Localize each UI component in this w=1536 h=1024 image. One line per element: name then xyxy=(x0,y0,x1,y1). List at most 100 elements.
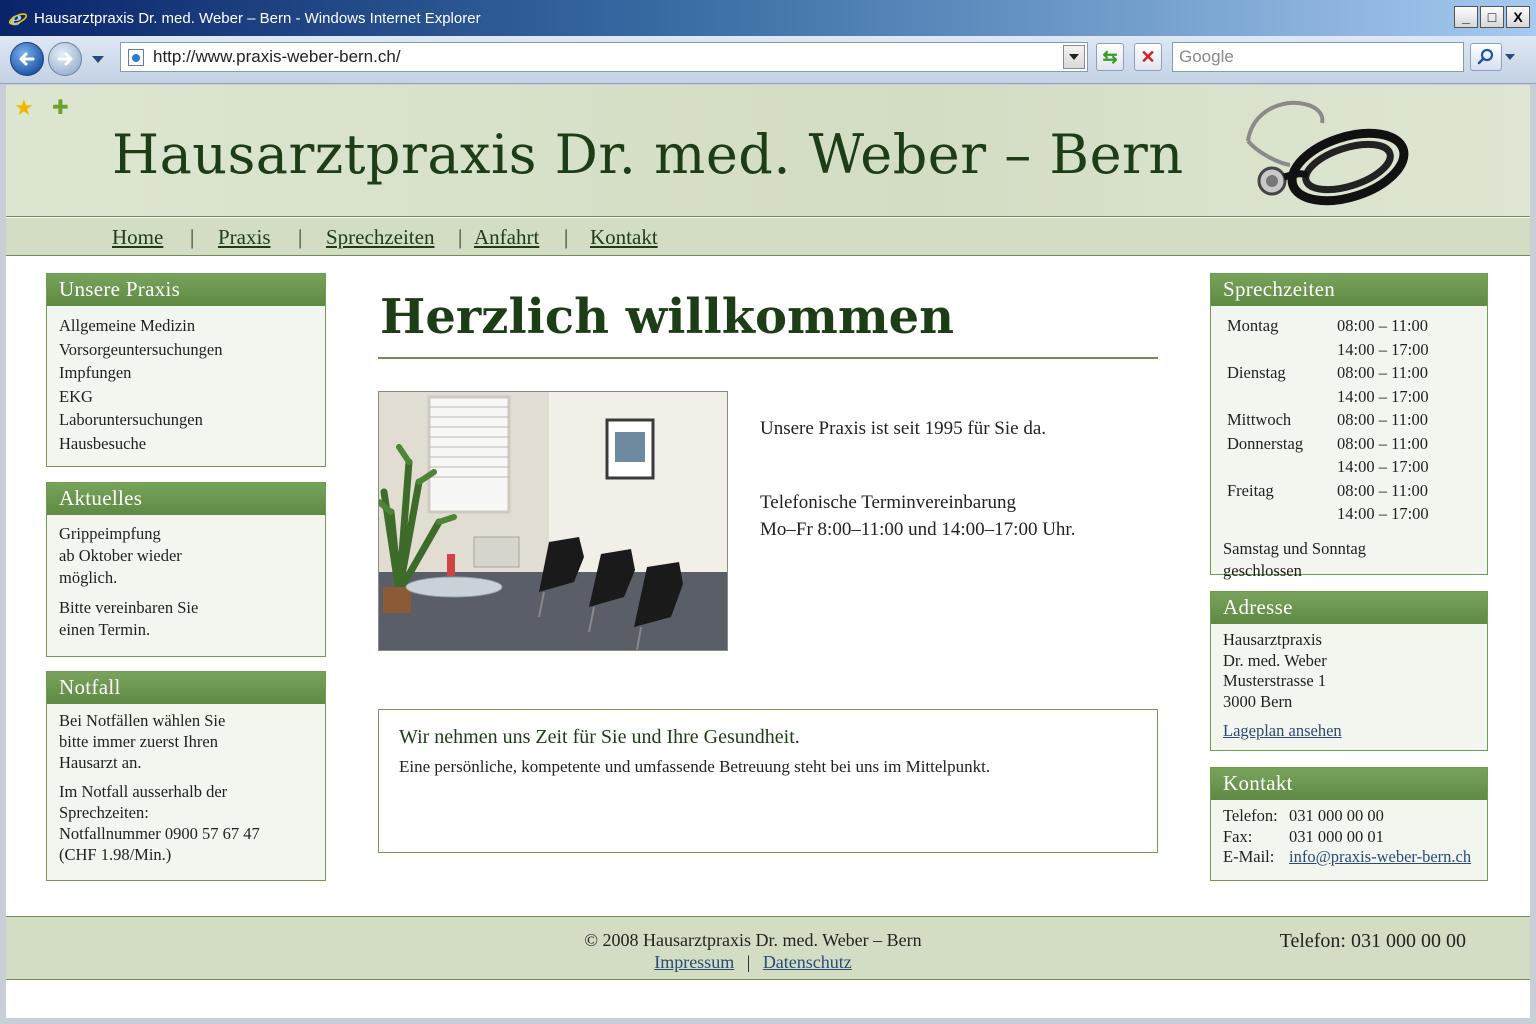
search-options-dropdown-icon[interactable] xyxy=(1505,54,1515,60)
back-arrow-icon xyxy=(19,52,35,66)
box-kontakt: Kontakt Telefon: 031 000 00 00 Fax: 031 00… xyxy=(1210,767,1488,881)
box-aktuelles: Aktuelles Grippeimpfung ab Oktober wiede… xyxy=(46,482,326,657)
forward-arrow-icon xyxy=(57,52,73,66)
box-adresse: Adresse Hausarztpraxis Dr. med. Weber Mu… xyxy=(1210,591,1488,751)
main-navigation: Home | Praxis | Sprechzeiten | Anfahrt |… xyxy=(6,218,1530,256)
table-row: Freitag 08:00 – 11:00 xyxy=(1223,479,1429,503)
hours-time: 14:00 – 17:00 xyxy=(1337,457,1429,476)
list-item: Laboruntersuchungen xyxy=(59,410,203,429)
hours-time: 14:00 – 17:00 xyxy=(1337,386,1429,406)
news-line: Grippeimpfung xyxy=(59,524,161,543)
close-window-button[interactable]: X xyxy=(1506,6,1530,28)
stop-icon: ✕ xyxy=(1140,46,1156,67)
emergency-line: Bei Notfällen wählen Sie xyxy=(59,711,226,730)
datenschutz-link[interactable]: Datenschutz xyxy=(763,952,852,972)
email-link[interactable]: info@praxis-weber-bern.ch xyxy=(1289,847,1471,866)
history-dropdown-icon[interactable] xyxy=(92,56,104,63)
nav-separator: | xyxy=(458,225,463,249)
page-viewport: ★ ✚ Hausarztpraxis Dr. med. Weber – Bern… xyxy=(6,85,1530,1018)
browser-toolbar: http://www.praxis-weber-bern.ch/ ⇆ ✕ Goo… xyxy=(0,36,1536,84)
window-titlebar[interactable]: e Hausarztpraxis Dr. med. Weber – Bern -… xyxy=(0,0,1536,36)
opening-hours-table: Montag 08:00 – 11:00 14:00 – 17:00 Diens… xyxy=(1223,314,1429,526)
emergency-line: bitte immer zuerst Ihren xyxy=(59,732,218,751)
ie-logo-icon: e xyxy=(8,8,28,30)
hours-time: 08:00 – 11:00 xyxy=(1337,433,1429,453)
intro-since: Unsere Praxis ist seit 1995 für Sie da. xyxy=(760,418,1047,439)
emergency-line: Hausarzt an. xyxy=(59,753,142,772)
hours-day xyxy=(1223,338,1337,362)
box-title: Unsere Praxis xyxy=(47,274,325,306)
refresh-button[interactable]: ⇆ xyxy=(1096,43,1124,71)
news-line: ab Oktober wieder xyxy=(59,546,182,565)
callout-box: Wir nehmen uns Zeit für Sie und Ihre Ges… xyxy=(378,709,1158,853)
nav-sprechzeiten[interactable]: Sprechzeiten xyxy=(326,225,434,250)
forward-button[interactable] xyxy=(48,42,82,76)
weekend-note: geschlossen xyxy=(1223,560,1302,580)
list-item: Hausbesuche xyxy=(59,433,147,453)
table-row: 14:00 – 17:00 xyxy=(1223,455,1429,479)
site-title: Hausarztpraxis Dr. med. Weber – Bern xyxy=(112,123,1184,186)
hours-day xyxy=(1223,502,1337,526)
nav-separator: | xyxy=(564,225,569,249)
table-row: Mittwoch 08:00 – 11:00 xyxy=(1223,408,1429,432)
fax-number: 031 000 00 01 xyxy=(1289,826,1384,846)
search-icon xyxy=(1477,48,1494,65)
address-dropdown-icon[interactable] xyxy=(1063,45,1085,69)
search-input[interactable]: Google xyxy=(1172,42,1464,72)
table-row: 14:00 – 17:00 xyxy=(1223,502,1429,526)
nav-praxis[interactable]: Praxis xyxy=(218,225,271,250)
nav-home[interactable]: Home xyxy=(112,225,163,250)
email-label: E-Mail: xyxy=(1223,847,1275,866)
hours-time: 14:00 – 17:00 xyxy=(1337,504,1429,523)
site-header: ★ ✚ Hausarztpraxis Dr. med. Weber – Bern xyxy=(6,85,1530,217)
box-title: Aktuelles xyxy=(47,483,325,515)
table-row: Dienstag 08:00 – 11:00 xyxy=(1223,361,1429,385)
hours-day xyxy=(1223,455,1337,479)
address-line: Musterstrasse 1 xyxy=(1223,671,1327,690)
heading-divider xyxy=(378,357,1158,359)
emergency-line: (CHF 1.98/Min.) xyxy=(59,845,172,864)
favorites-star-icon[interactable]: ★ xyxy=(14,95,34,121)
box-title: Adresse xyxy=(1211,592,1487,624)
weekend-note: Samstag und Sonntag xyxy=(1223,538,1366,558)
add-favorite-icon[interactable]: ✚ xyxy=(52,95,69,120)
stethoscope-icon xyxy=(1246,100,1409,206)
address-line: Dr. med. Weber xyxy=(1223,650,1327,670)
box-title: Notfall xyxy=(47,672,325,704)
site-footer: © 2008 Hausarztpraxis Dr. med. Weber – B… xyxy=(6,916,1530,980)
table-row: 14:00 – 17:00 xyxy=(1223,338,1429,362)
hours-day: Montag xyxy=(1227,316,1279,335)
footer-phone: Telefon: 031 000 00 00 xyxy=(1279,930,1466,952)
box-unsere-praxis: Unsere Praxis Allgemeine Medizin Vorsorg… xyxy=(46,273,326,467)
emergency-number: Notfallnummer 0900 57 67 47 xyxy=(59,824,260,843)
address-line: 3000 Bern xyxy=(1223,691,1293,711)
address-bar[interactable]: http://www.praxis-weber-bern.ch/ xyxy=(120,42,1088,72)
waiting-room-photo xyxy=(378,391,728,651)
hours-day: Dienstag xyxy=(1227,363,1286,382)
page-heading: Herzlich willkommen xyxy=(380,289,955,345)
news-line: möglich. xyxy=(59,568,118,587)
hours-time: 08:00 – 11:00 xyxy=(1337,316,1429,335)
callout-text: Eine persönliche, kompetente und umfasse… xyxy=(399,757,991,776)
impressum-link[interactable]: Impressum xyxy=(654,952,734,972)
map-link[interactable]: Lageplan ansehen xyxy=(1223,721,1342,740)
minimize-button[interactable]: _ xyxy=(1454,6,1478,28)
intro-hours: Mo–Fr 8:00–11:00 und 14:00–17:00 Uhr. xyxy=(760,519,1076,540)
back-button[interactable] xyxy=(10,42,44,76)
list-item: EKG xyxy=(59,386,93,406)
nav-anfahrt[interactable]: Anfahrt xyxy=(474,225,539,250)
hours-day: Mittwoch xyxy=(1227,410,1292,429)
stop-button[interactable]: ✕ xyxy=(1134,43,1162,71)
hours-day xyxy=(1223,385,1337,409)
address-url: http://www.praxis-weber-bern.ch/ xyxy=(153,47,401,66)
list-item: Impfungen xyxy=(59,363,132,382)
box-title: Sprechzeiten xyxy=(1211,274,1487,306)
search-button[interactable] xyxy=(1470,43,1502,71)
phone-label: Telefon: xyxy=(1223,806,1278,825)
maximize-button[interactable]: □ xyxy=(1480,6,1504,28)
emergency-line: Sprechzeiten: xyxy=(59,803,149,822)
nav-kontakt[interactable]: Kontakt xyxy=(590,225,658,250)
fax-label: Fax: xyxy=(1223,826,1253,846)
intro-text: Unsere Praxis ist seit 1995 für Sie da. … xyxy=(760,415,1075,543)
intro-appointment: Telefonische Terminvereinbarung xyxy=(760,492,1017,513)
